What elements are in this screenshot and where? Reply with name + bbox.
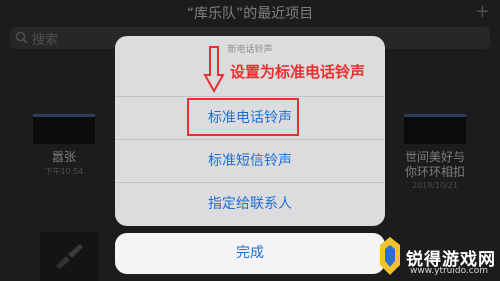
down-arrow-icon bbox=[203, 46, 225, 93]
annotation-text: 设置为标准电话铃声 bbox=[230, 63, 366, 81]
option-assign-to-contact[interactable]: 指定给联系人 bbox=[115, 182, 385, 225]
watermark-url: www.ytruido.com bbox=[410, 266, 489, 276]
annotation-highlight-box bbox=[187, 98, 299, 136]
option-standard-text-tone[interactable]: 标准短信铃声 bbox=[115, 139, 385, 182]
done-button[interactable]: 完成 bbox=[115, 233, 385, 274]
action-sheet-title: 新电话铃声 bbox=[227, 45, 273, 55]
